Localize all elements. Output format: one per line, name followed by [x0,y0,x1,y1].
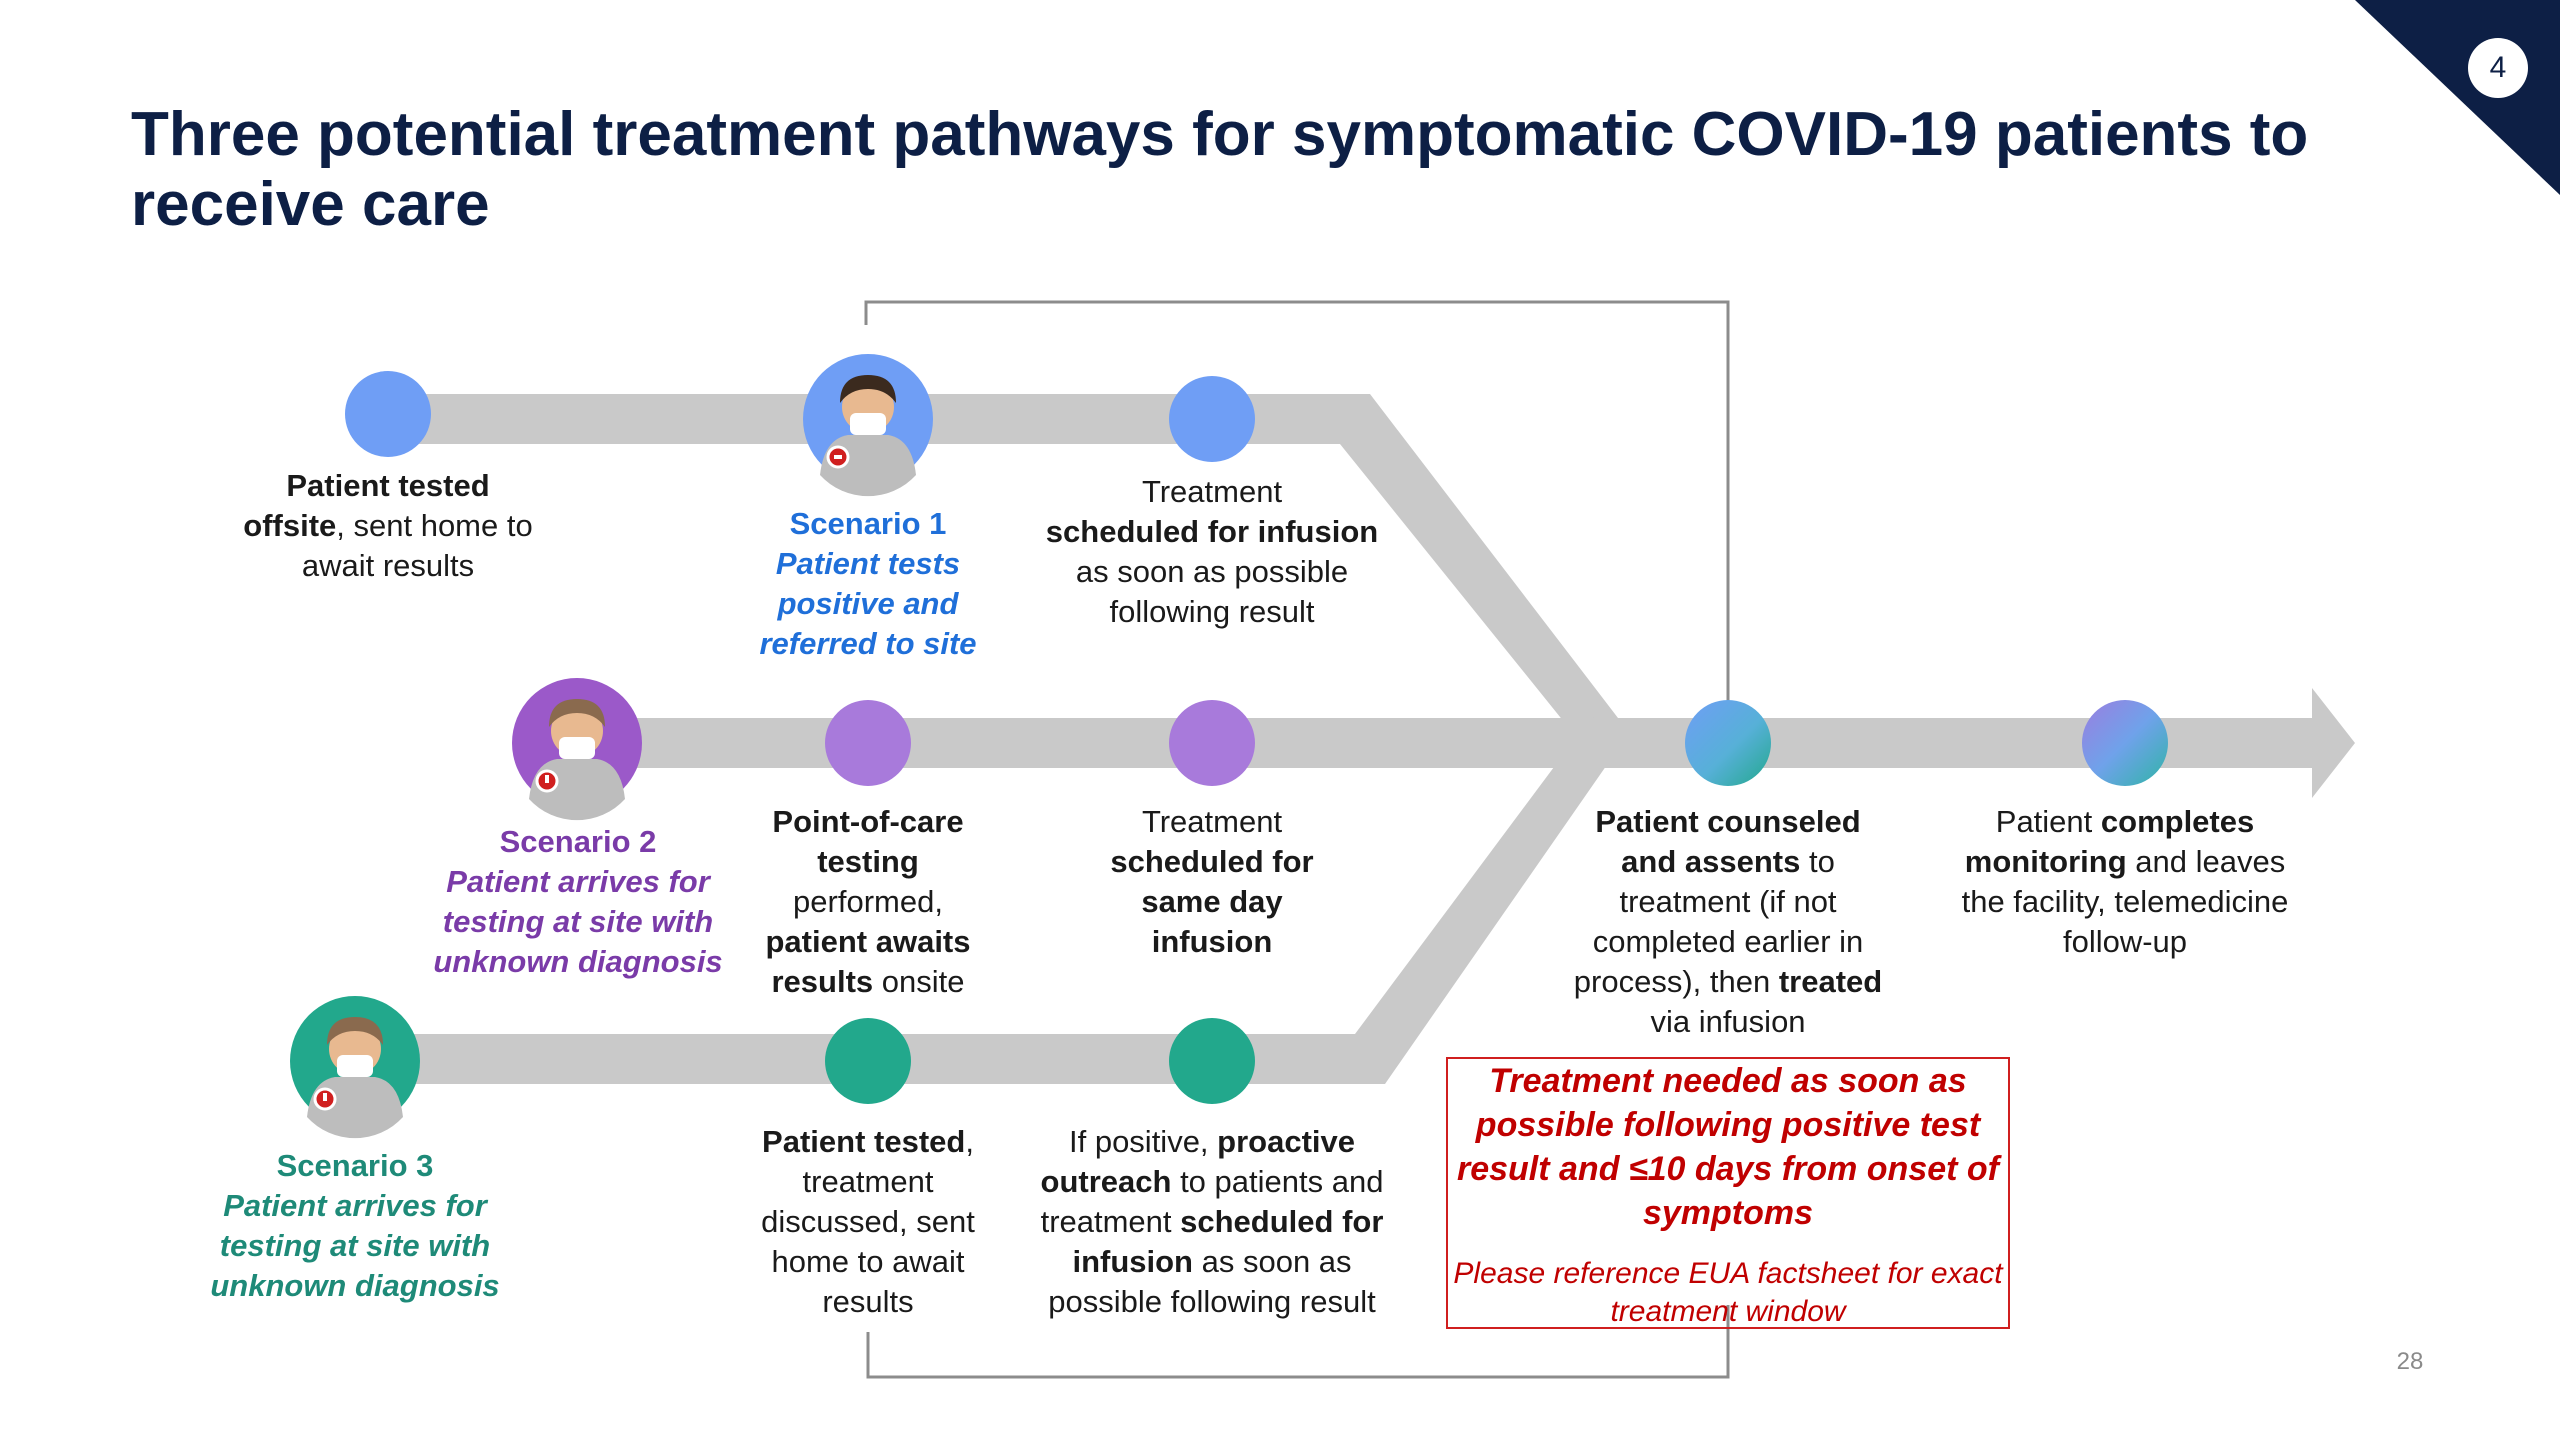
step-dot-s1-tested [345,371,431,457]
step-label-completes: Patient completes monitoring and leaves … [1950,802,2300,962]
step-label-s2-treatment: Treatment scheduled for same day infusion [1082,802,1342,962]
scenario-3-label: Scenario 3 Patient arrives for testing a… [186,1146,524,1306]
step-dot-s3-outreach [1169,1018,1255,1104]
patient-avatar-icon [290,996,420,1139]
slide-number: 28 [2396,1348,2424,1375]
step-label-s1-tested: Patient tested offsite, sent home to awai… [208,466,568,586]
step-label-s3-outreach: If positive, proactive outreach to patie… [1018,1122,1406,1322]
step-dot-s2-treatment [1169,700,1255,786]
treatment-window-alert: Treatment needed as soon as possible fol… [1446,1057,2010,1329]
step-dot-s2-poc [825,700,911,786]
step-dot-counseled [1685,700,1771,786]
step-label-s2-poc: Point-of-care testing performed, patient a… [738,802,998,1002]
patient-avatar-icon [512,678,642,821]
step-dot-s3-tested [825,1018,911,1104]
alert-main-text: Treatment needed as soon as possible fol… [1456,1062,1999,1232]
text-plain: via infusion [1650,1004,1806,1039]
step-label-s3-tested: Patient tested, treatment discussed, sen… [740,1122,996,1322]
scenario-1-title: Scenario 1 [789,506,947,541]
patient-avatar-icon [803,354,933,497]
text-plain: as soon as possible following result [1075,554,1349,629]
step-dot-completes [2082,700,2168,786]
text-plain: , sent home to await results [301,508,533,583]
scenario-1-desc: Patient tests positive and referred to s… [759,546,977,661]
scenario-1-label: Scenario 1 Patient tests positive and re… [738,504,998,664]
text-bold: offsite [243,508,337,543]
text-bold: Patient tested [762,1124,966,1159]
scenario-3-desc: Patient arrives for testing at site with… [210,1188,500,1303]
text-bold: treated [1778,964,1883,999]
scenario-2-title: Scenario 2 [499,824,657,859]
text-bold: Patient tested [286,468,490,503]
text-plain: Patient [1995,804,2101,839]
scenario-2-label: Scenario 2 Patient arrives for testing a… [410,822,746,982]
step-dot-s1-treatment [1169,376,1255,462]
scenario-3-title: Scenario 3 [276,1148,434,1183]
text-plain: If positive, [1068,1124,1218,1159]
step-label-counseled: Patient counseled and assents to treatme… [1568,802,1888,1042]
text-plain: onsite [873,964,965,999]
alert-sub-text: Please reference EUA factsheet for exact… [1453,1257,2003,1328]
text-bold: Point-of-care testing [772,804,964,879]
text-plain: Treatment [1141,804,1283,839]
text-plain: performed, [793,884,943,919]
scenario-2-desc: Patient arrives for testing at site with… [433,864,723,979]
text-plain: Treatment [1141,474,1283,509]
step-label-s1-treatment: Treatment scheduled for infusion as soon … [1040,472,1384,632]
text-bold: scheduled for same day infusion [1110,844,1314,959]
text-bold: scheduled for infusion [1045,514,1379,549]
